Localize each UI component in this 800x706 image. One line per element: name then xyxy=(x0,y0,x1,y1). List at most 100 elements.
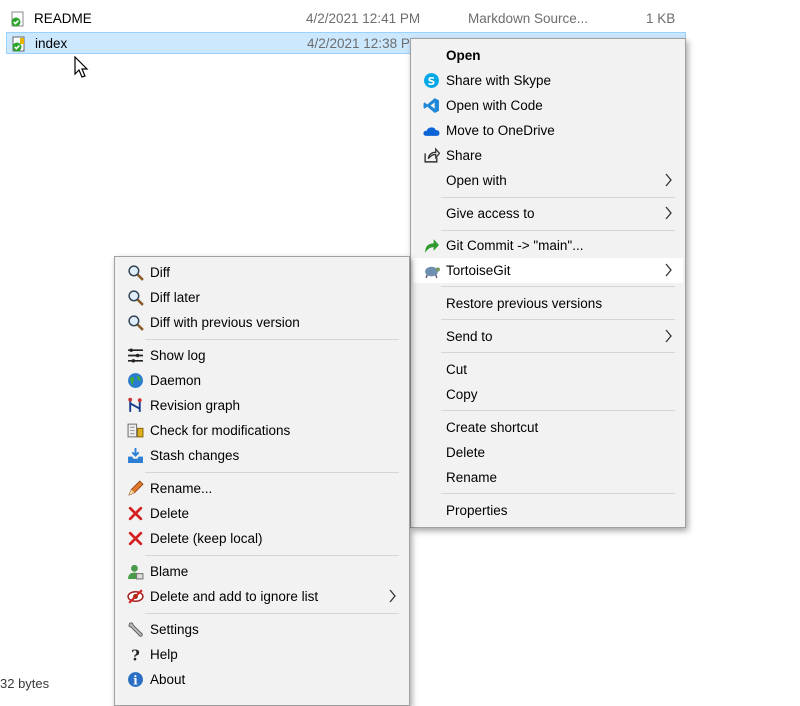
menu-separator xyxy=(441,230,675,231)
menu-item-share[interactable]: Share xyxy=(413,143,683,168)
menu-item-label: Stash changes xyxy=(150,448,240,463)
menu-item-label: Daemon xyxy=(150,373,202,388)
menu-item-label: Rename xyxy=(446,470,498,485)
submenu-item-daemon[interactable]: Daemon xyxy=(117,368,407,393)
menu-item-copy[interactable]: Copy xyxy=(413,382,683,407)
menu-item-restore[interactable]: Restore previous versions xyxy=(413,291,683,316)
check-modifications-icon xyxy=(127,423,144,438)
submenu-item-settings[interactable]: Settings xyxy=(117,617,407,642)
submenu-item-rename[interactable]: Rename... xyxy=(117,476,407,501)
svg-text:?: ? xyxy=(131,646,140,663)
menu-item-label: Open xyxy=(446,48,481,63)
file-size: 1 KB xyxy=(646,11,676,26)
menu-separator xyxy=(145,472,399,473)
magnifier-icon xyxy=(128,315,144,331)
menu-item-create-shortcut[interactable]: Create shortcut xyxy=(413,415,683,440)
share-icon xyxy=(424,147,440,163)
tortoisegit-icon xyxy=(425,266,440,279)
revision-graph-icon xyxy=(128,397,142,412)
menu-item-git-commit[interactable]: Git Commit -> "main"... xyxy=(413,233,683,258)
submenu-arrow-icon xyxy=(665,263,672,277)
git-clean-file-icon xyxy=(11,11,24,27)
menu-item-share-skype[interactable]: S Share with Skype xyxy=(413,68,683,93)
menu-separator xyxy=(441,286,675,287)
menu-separator xyxy=(441,352,675,353)
ignore-eye-icon xyxy=(127,589,144,604)
submenu-item-diff[interactable]: Diff xyxy=(117,260,407,285)
red-x-icon xyxy=(128,506,143,521)
menu-item-label: Git Commit -> "main"... xyxy=(446,238,584,253)
onedrive-cloud-icon xyxy=(423,127,440,136)
submenu-item-delete-keep[interactable]: Delete (keep local) xyxy=(117,526,407,551)
settings-wrench-icon xyxy=(128,622,143,637)
submenu-arrow-icon xyxy=(665,329,672,343)
submenu-item-blame[interactable]: Blame xyxy=(117,559,407,584)
menu-item-label: Check for modifications xyxy=(150,423,291,438)
git-file-icon xyxy=(12,36,25,52)
blame-user-icon xyxy=(128,564,144,580)
menu-item-label: Diff later xyxy=(150,290,201,305)
menu-item-move-onedrive[interactable]: Move to OneDrive xyxy=(413,118,683,143)
vscode-icon xyxy=(423,98,439,113)
menu-item-label: Delete xyxy=(150,506,190,521)
help-question-icon: ? xyxy=(131,646,140,663)
menu-item-open-with[interactable]: Open with xyxy=(413,168,683,193)
menu-item-label: Share xyxy=(446,148,483,163)
menu-item-label: TortoiseGit xyxy=(446,263,511,278)
skype-icon: S xyxy=(424,73,439,88)
submenu-item-revision-graph[interactable]: Revision graph xyxy=(117,393,407,418)
submenu-item-diff-later[interactable]: Diff later xyxy=(117,285,407,310)
menu-item-label: Show log xyxy=(150,348,206,363)
menu-item-label: Delete and add to ignore list xyxy=(150,589,319,604)
mouse-cursor-icon xyxy=(74,56,89,78)
file-date: 4/2/2021 12:41 PM xyxy=(306,11,421,26)
menu-item-open[interactable]: Open xyxy=(413,43,683,68)
tortoisegit-submenu: Diff Diff later Diff with previous versi… xyxy=(114,256,410,706)
info-icon: i xyxy=(128,672,143,687)
submenu-item-show-log[interactable]: Show log xyxy=(117,343,407,368)
menu-item-properties[interactable]: Properties xyxy=(413,498,683,523)
globe-icon xyxy=(128,373,143,388)
submenu-item-about[interactable]: i About xyxy=(117,667,407,692)
menu-item-tortoisegit[interactable]: TortoiseGit xyxy=(413,258,683,283)
menu-item-label: Restore previous versions xyxy=(446,296,603,311)
menu-separator xyxy=(145,613,399,614)
submenu-item-delete-ignore[interactable]: Delete and add to ignore list xyxy=(117,584,407,609)
menu-item-label: Diff xyxy=(150,265,171,280)
file-row-readme[interactable]: README 4/2/2021 12:41 PM Markdown Source… xyxy=(6,8,686,30)
context-menu: Open S Share with Skype Open with Code M… xyxy=(410,38,686,528)
submenu-arrow-icon xyxy=(665,206,672,220)
menu-item-delete[interactable]: Delete xyxy=(413,440,683,465)
menu-item-cut[interactable]: Cut xyxy=(413,357,683,382)
menu-item-label: Settings xyxy=(150,622,199,637)
menu-item-label: Open with Code xyxy=(446,98,543,113)
submenu-item-stash[interactable]: Stash changes xyxy=(117,443,407,468)
menu-separator xyxy=(145,339,399,340)
menu-item-give-access[interactable]: Give access to xyxy=(413,201,683,226)
submenu-arrow-icon xyxy=(389,589,396,603)
submenu-item-delete[interactable]: Delete xyxy=(117,501,407,526)
file-type: Markdown Source... xyxy=(468,11,589,26)
submenu-item-diff-prev[interactable]: Diff with previous version xyxy=(117,310,407,335)
red-x-icon xyxy=(128,531,143,546)
menu-item-label: Create shortcut xyxy=(446,420,539,435)
menu-item-open-code[interactable]: Open with Code xyxy=(413,93,683,118)
menu-separator xyxy=(441,493,675,494)
svg-text:i: i xyxy=(133,673,138,687)
menu-separator xyxy=(441,197,675,198)
menu-item-label: Give access to xyxy=(446,206,535,221)
submenu-arrow-icon xyxy=(665,173,672,187)
menu-item-send-to[interactable]: Send to xyxy=(413,324,683,349)
menu-item-label: Rename... xyxy=(150,481,213,496)
menu-separator xyxy=(441,410,675,411)
menu-item-label: Share with Skype xyxy=(446,73,552,88)
git-commit-arrow-icon xyxy=(425,239,439,253)
menu-item-label: Send to xyxy=(446,329,493,344)
menu-separator xyxy=(145,555,399,556)
submenu-item-help[interactable]: ? Help xyxy=(117,642,407,667)
stash-icon xyxy=(128,448,143,463)
menu-item-label: Help xyxy=(150,647,178,662)
submenu-item-check-mods[interactable]: Check for modifications xyxy=(117,418,407,443)
menu-item-label: Diff with previous version xyxy=(150,315,300,330)
menu-item-rename[interactable]: Rename xyxy=(413,465,683,490)
